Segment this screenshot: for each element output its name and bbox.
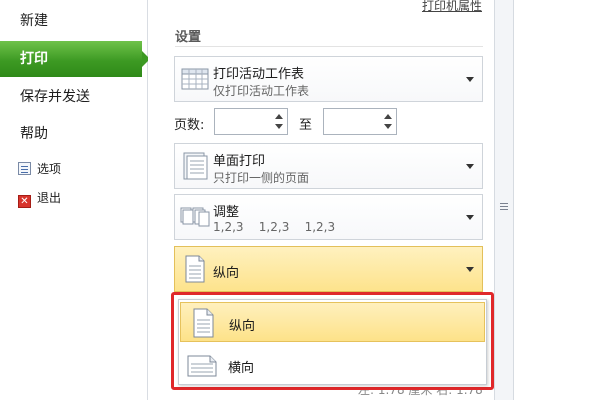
nav-item-print[interactable]: 打印 bbox=[0, 41, 150, 77]
settings-heading: 设置 bbox=[175, 30, 202, 45]
pages-range-row: 页数: 至 bbox=[174, 108, 483, 136]
chevron-down-icon bbox=[466, 215, 474, 220]
portrait-icon bbox=[193, 308, 214, 338]
portrait-icon bbox=[185, 255, 205, 283]
grip-handle-icon[interactable] bbox=[500, 203, 508, 210]
pages-to-label: 至 bbox=[299, 118, 313, 133]
chevron-down-icon bbox=[466, 77, 474, 82]
chevron-down-icon bbox=[466, 267, 474, 272]
nav-item-options-label: 选项 bbox=[37, 162, 62, 176]
orientation-options-list: 纵向 横向 bbox=[178, 299, 487, 385]
landscape-icon bbox=[187, 355, 217, 377]
collate-title: 调整 bbox=[213, 205, 240, 220]
spin-up-icon[interactable] bbox=[275, 114, 283, 119]
settings-divider bbox=[175, 46, 483, 47]
pages-to-input[interactable] bbox=[323, 108, 397, 135]
pages-label: 页数: bbox=[174, 118, 205, 133]
panel-splitter[interactable] bbox=[494, 0, 514, 400]
printer-properties-link[interactable]: 打印机属性 bbox=[422, 0, 482, 14]
single-side-icon bbox=[183, 152, 208, 180]
exit-icon: ✕ bbox=[18, 195, 31, 208]
options-icon bbox=[18, 162, 31, 175]
backstage-nav: 新建 打印 保存并发送 帮助 选项 ✕ 退出 bbox=[0, 0, 150, 400]
collate-icon bbox=[180, 207, 210, 227]
nav-item-options[interactable]: 选项 bbox=[18, 158, 61, 180]
nav-item-exit-label: 退出 bbox=[37, 191, 62, 205]
nav-item-new[interactable]: 新建 bbox=[0, 3, 148, 39]
print-sides-dropdown[interactable]: 单面打印 只打印一侧的页面 bbox=[174, 143, 483, 189]
print-scope-dropdown[interactable]: 打印活动工作表 仅打印活动工作表 bbox=[174, 56, 483, 102]
chevron-down-icon bbox=[466, 164, 474, 169]
print-scope-subtitle: 仅打印活动工作表 bbox=[213, 84, 310, 98]
orientation-option-landscape[interactable]: 横向 bbox=[180, 345, 485, 385]
print-preview-area bbox=[514, 0, 601, 400]
spin-up-icon[interactable] bbox=[384, 114, 392, 119]
worksheet-icon bbox=[181, 68, 209, 90]
spin-down-icon[interactable] bbox=[384, 124, 392, 129]
print-scope-title: 打印活动工作表 bbox=[213, 67, 305, 82]
print-sides-title: 单面打印 bbox=[213, 154, 266, 169]
collate-dropdown[interactable]: 调整 1,2,3 1,2,3 1,2,3 bbox=[174, 194, 483, 240]
nav-item-save-send[interactable]: 保存并发送 bbox=[0, 79, 148, 115]
print-sides-subtitle: 只打印一侧的页面 bbox=[213, 171, 310, 185]
orientation-option-portrait[interactable]: 纵向 bbox=[180, 302, 485, 342]
nav-item-help[interactable]: 帮助 bbox=[0, 116, 148, 152]
orientation-popup: 纵向 横向 bbox=[171, 292, 494, 390]
orientation-title: 纵向 bbox=[213, 266, 240, 281]
spin-down-icon[interactable] bbox=[275, 124, 283, 129]
collate-subtitle: 1,2,3 1,2,3 1,2,3 bbox=[213, 220, 336, 234]
orientation-option-label: 纵向 bbox=[229, 319, 256, 334]
orientation-dropdown[interactable]: 纵向 bbox=[174, 246, 483, 292]
nav-item-exit[interactable]: ✕ 退出 bbox=[18, 187, 61, 209]
pages-from-input[interactable] bbox=[214, 108, 288, 135]
orientation-option-label: 横向 bbox=[228, 361, 255, 376]
